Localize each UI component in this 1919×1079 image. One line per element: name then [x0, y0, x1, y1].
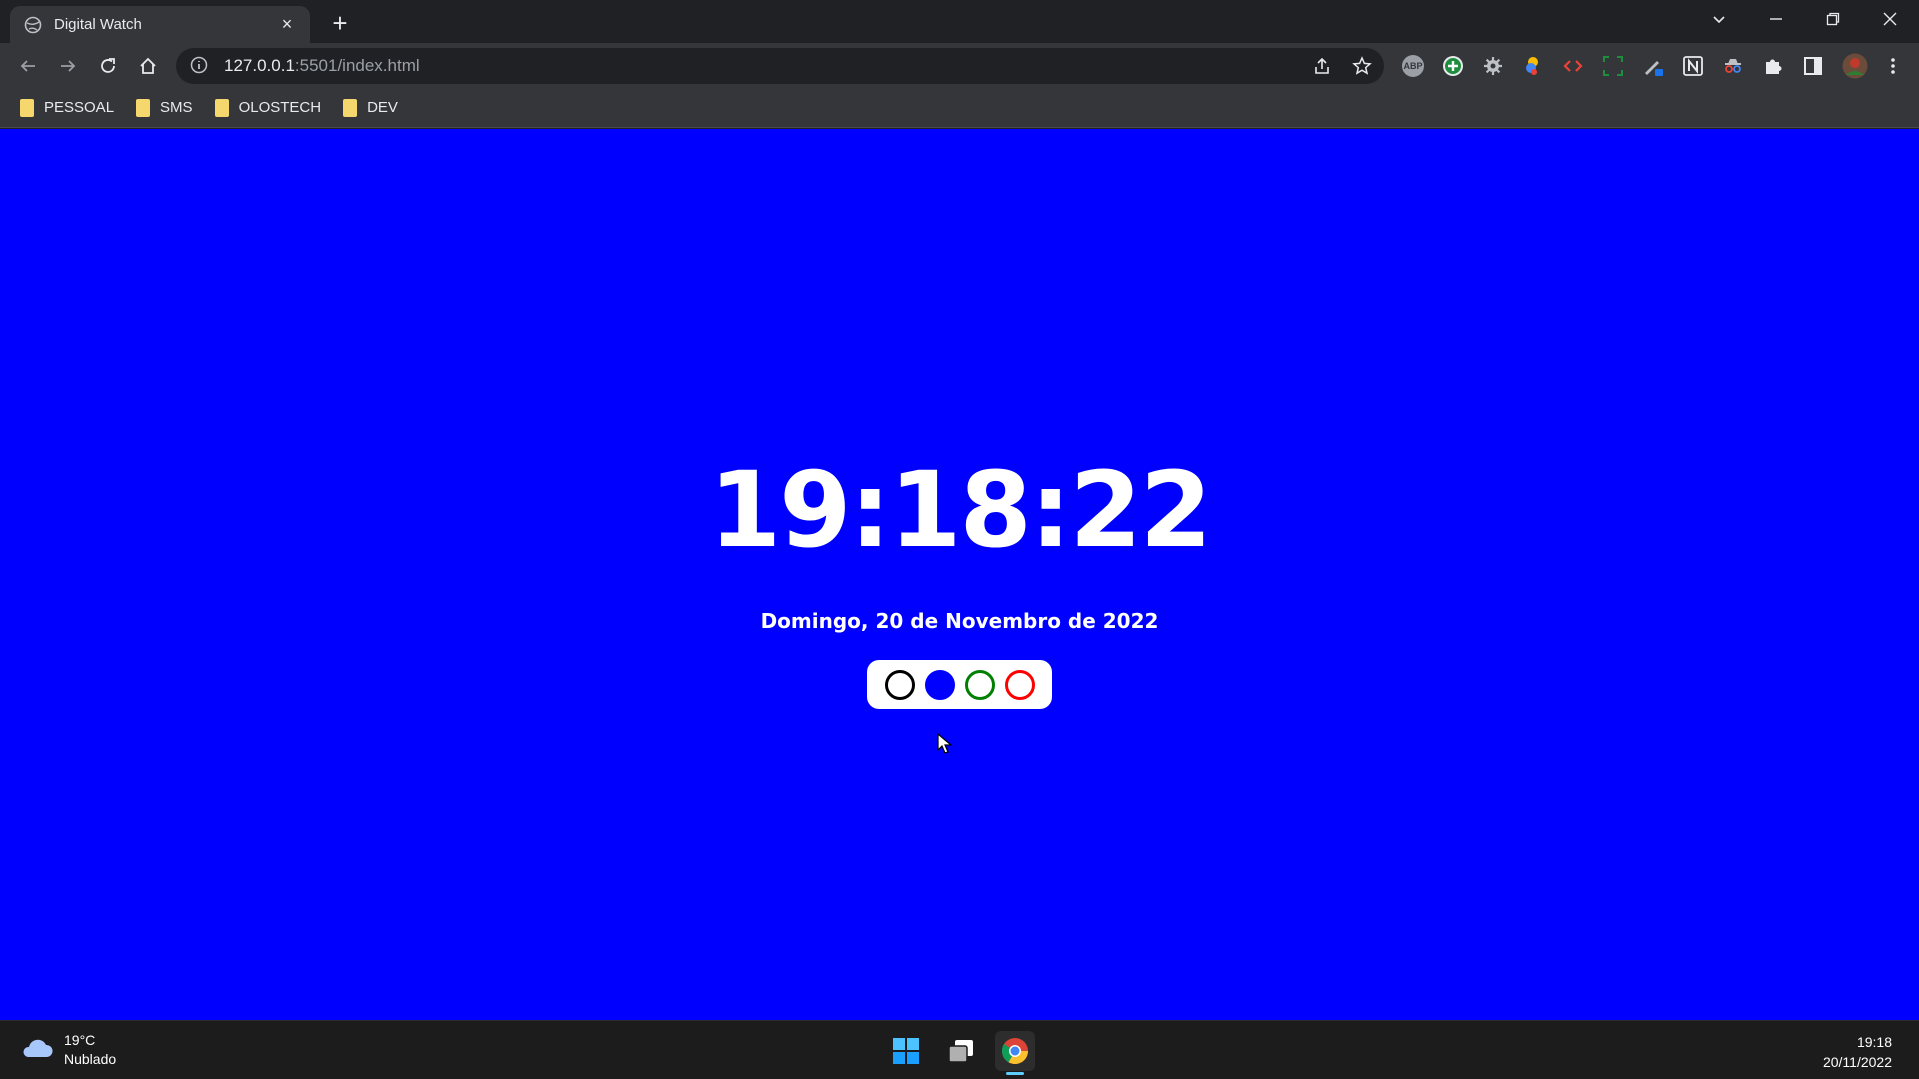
mouse-cursor-icon	[937, 732, 953, 755]
globe-icon	[24, 16, 42, 34]
windows-taskbar: 19°C Nublado 19:18 20/11/2022	[0, 1020, 1919, 1079]
bookmark-label: OLOSTECH	[238, 99, 322, 116]
colorful-extension-icon[interactable]	[1522, 55, 1544, 77]
tab-strip: Digital Watch × +	[0, 0, 1919, 43]
folder-icon	[20, 98, 34, 117]
address-bar[interactable]: 127.0.0.1:5501/index.html	[176, 48, 1384, 84]
screenshot-extension-icon[interactable]	[1602, 55, 1624, 77]
address-bar-actions	[1312, 56, 1372, 81]
bookmark-dev[interactable]: DEV	[343, 98, 398, 117]
spy-extension-icon[interactable]	[1722, 55, 1744, 77]
color-option-green[interactable]	[964, 669, 995, 700]
active-app-indicator	[1006, 1072, 1024, 1075]
bookmark-label: PESSOAL	[44, 99, 115, 116]
browser-toolbar: 127.0.0.1:5501/index.html ABP	[0, 43, 1919, 88]
weather-temperature: 19°C	[64, 1032, 96, 1048]
adblock-extension-icon[interactable]: ABP	[1402, 55, 1424, 77]
home-button[interactable]	[132, 50, 164, 82]
clock-display: 19:18:22	[708, 449, 1212, 571]
url-path: :5501/index.html	[294, 56, 420, 75]
cloud-icon	[20, 1036, 54, 1065]
bookmark-label: SMS	[160, 99, 193, 116]
folder-icon	[214, 98, 229, 117]
new-tab-button[interactable]: +	[325, 8, 355, 38]
url-host: 127.0.0.1	[224, 56, 295, 75]
bookmark-star-icon[interactable]	[1352, 56, 1372, 81]
add-extension-icon[interactable]	[1442, 55, 1464, 77]
chrome-taskbar-button[interactable]	[995, 1031, 1035, 1071]
share-icon[interactable]	[1312, 56, 1332, 81]
folder-icon	[343, 98, 358, 117]
folder-icon	[136, 98, 151, 117]
forward-button[interactable]	[52, 50, 84, 82]
tab-search-button[interactable]	[1696, 4, 1742, 36]
taskbar-time: 19:18	[1856, 1034, 1892, 1050]
menu-kebab-icon[interactable]	[1882, 55, 1904, 77]
task-view-button[interactable]	[941, 1031, 981, 1071]
color-option-red[interactable]	[1004, 669, 1035, 700]
back-button[interactable]	[12, 50, 44, 82]
bookmark-olostech[interactable]: OLOSTECH	[214, 98, 322, 117]
profile-avatar[interactable]	[1842, 53, 1868, 79]
bookmark-sms[interactable]: SMS	[136, 98, 193, 117]
tab-digital-watch[interactable]: Digital Watch ×	[10, 6, 310, 43]
close-window-button[interactable]	[1867, 4, 1913, 36]
system-clock[interactable]: 19:18 20/11/2022	[1823, 1032, 1892, 1072]
digital-watch-page: 19:18:22 Domingo, 20 de Novembro de 2022	[0, 129, 1919, 1020]
color-option-blue[interactable]	[924, 669, 955, 700]
bookmark-pessoal[interactable]: PESSOAL	[20, 98, 115, 117]
reload-button[interactable]	[92, 50, 124, 82]
tab-title: Digital Watch	[54, 16, 142, 33]
gear-extension-icon[interactable]	[1482, 55, 1504, 77]
bookmark-label: DEV	[367, 99, 398, 116]
weather-widget[interactable]: 19°C Nublado	[20, 1031, 116, 1069]
side-panel-icon[interactable]	[1802, 55, 1824, 77]
close-tab-icon[interactable]: ×	[278, 14, 296, 34]
notion-extension-icon[interactable]	[1682, 55, 1704, 77]
weather-description: Nublado	[64, 1051, 117, 1067]
date-display: Domingo, 20 de Novembro de 2022	[760, 609, 1159, 633]
pen-extension-icon[interactable]	[1642, 55, 1664, 77]
extensions-puzzle-icon[interactable]	[1762, 55, 1784, 77]
color-option-black[interactable]	[884, 669, 915, 700]
bookmarks-bar: PESSOAL SMS OLOSTECH DEV	[0, 88, 1919, 128]
start-button[interactable]	[886, 1031, 926, 1071]
color-picker	[867, 660, 1052, 709]
minimize-button[interactable]	[1753, 4, 1799, 36]
taskbar-date: 20/11/2022	[1822, 1054, 1892, 1070]
code-extension-icon[interactable]	[1562, 55, 1584, 77]
info-icon[interactable]	[190, 56, 210, 76]
restore-button[interactable]	[1810, 4, 1856, 36]
